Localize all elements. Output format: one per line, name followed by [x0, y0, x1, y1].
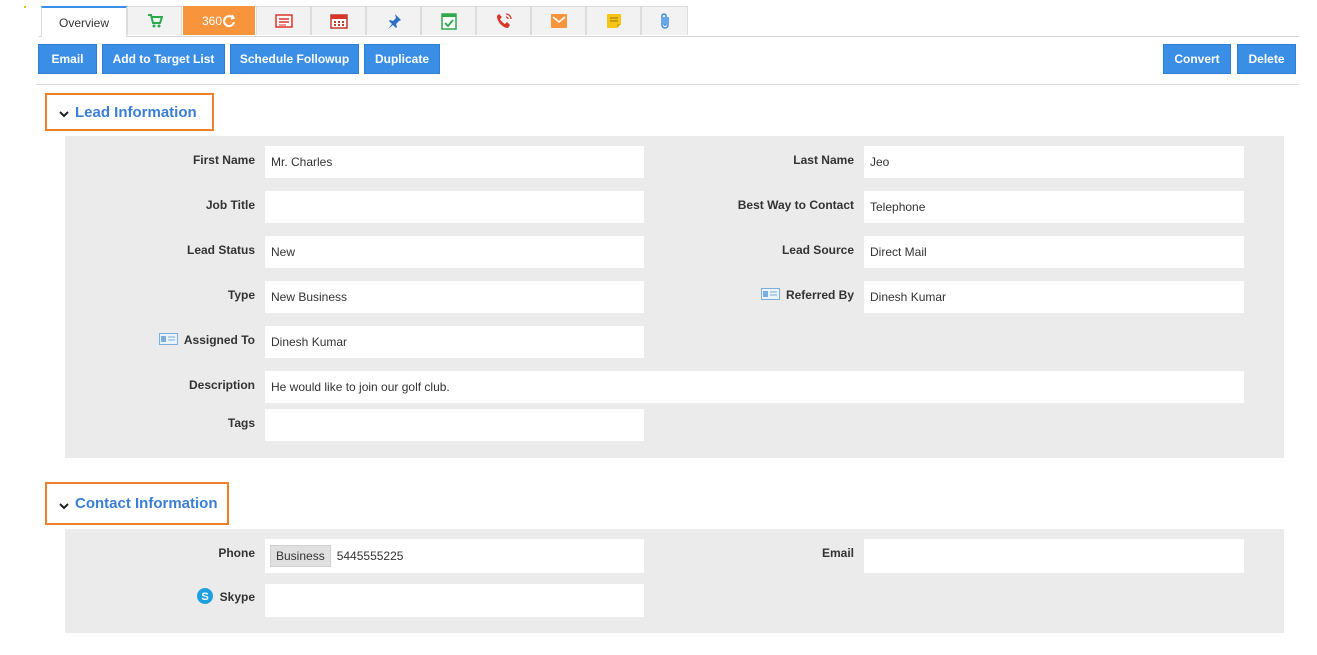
tab-bar: Overview 360	[39, 6, 1299, 37]
email-label: Email	[821, 546, 854, 560]
note-icon	[606, 13, 622, 29]
tab-attachments[interactable]	[641, 6, 688, 35]
best-way-to-contact-label: Best Way to Contact	[737, 198, 854, 212]
job-title-field[interactable]	[265, 191, 644, 223]
tab-notes[interactable]	[586, 6, 641, 35]
calendar-icon	[329, 13, 348, 29]
tab-overview-label: Overview	[58, 15, 109, 30]
assigned-to-label: Assigned To	[183, 333, 255, 347]
convert-button[interactable]: Convert	[1163, 44, 1231, 74]
phone-number: 5445555225	[336, 549, 404, 563]
job-title-label: Job Title	[205, 198, 255, 212]
tab-sales-orders[interactable]	[127, 6, 182, 35]
last-name-label: Last Name	[793, 153, 854, 167]
tab-calendar[interactable]	[311, 6, 366, 35]
tab-calls[interactable]	[476, 6, 531, 35]
tags-label: Tags	[227, 416, 255, 430]
lead-source-label: Lead Source	[781, 243, 854, 257]
360-icon: 360	[202, 14, 236, 28]
decorative-dot	[24, 6, 26, 8]
attachment-icon	[658, 12, 672, 30]
schedule-followup-button[interactable]: Schedule Followup	[230, 44, 359, 74]
last-name-field[interactable]: Jeo	[864, 146, 1244, 178]
check-calendar-icon	[440, 12, 457, 30]
first-name-label: First Name	[192, 153, 255, 167]
toolbar-divider	[36, 84, 1299, 85]
tab-360-label: 360	[201, 14, 223, 28]
tab-tasks[interactable]	[421, 6, 476, 35]
contact-information-header[interactable]: Contact Information	[45, 482, 229, 525]
referred-by-label-group: Referred By	[700, 285, 854, 305]
add-to-target-list-button[interactable]: Add to Target List	[102, 44, 225, 74]
lead-status-label: Lead Status	[186, 243, 255, 257]
duplicate-button[interactable]: Duplicate	[364, 44, 440, 74]
list-icon	[274, 14, 293, 28]
best-way-to-contact-field[interactable]: Telephone	[864, 191, 1244, 223]
assigned-to-label-group: Assigned To	[120, 330, 255, 350]
phone-icon	[495, 12, 513, 30]
phone-label: Phone	[218, 546, 255, 560]
cart-icon	[147, 13, 163, 29]
referred-by-label: Referred By	[785, 288, 854, 302]
lead-information-header[interactable]: Lead Information	[45, 93, 214, 131]
description-label: Description	[188, 378, 255, 392]
tab-emails[interactable]	[531, 6, 586, 35]
section-title: Lead Information	[75, 103, 197, 121]
skype-field[interactable]	[265, 584, 644, 617]
assigned-to-field[interactable]: Dinesh Kumar	[265, 326, 644, 358]
delete-button[interactable]: Delete	[1237, 44, 1296, 74]
tab-overview[interactable]: Overview	[41, 6, 127, 37]
contact-card-icon[interactable]	[760, 287, 780, 303]
contact-card-icon[interactable]	[158, 332, 178, 348]
tab-360[interactable]: 360	[183, 6, 255, 35]
skype-icon: S	[196, 587, 214, 608]
referred-by-field[interactable]: Dinesh Kumar	[864, 281, 1244, 313]
first-name-field[interactable]: Mr. Charles	[265, 146, 644, 178]
chevron-down-icon	[57, 107, 71, 121]
skype-label: Skype	[219, 590, 255, 604]
tab-pinned[interactable]	[366, 6, 421, 35]
type-label: Type	[227, 288, 255, 302]
svg-text:S: S	[201, 591, 208, 603]
phone-field[interactable]: Business 5445555225	[265, 539, 644, 573]
section-title: Contact Information	[75, 495, 218, 512]
chevron-down-icon	[57, 499, 71, 513]
type-field[interactable]: New Business	[265, 281, 644, 313]
lead-source-field[interactable]: Direct Mail	[864, 236, 1244, 268]
tab-activities[interactable]	[256, 6, 311, 35]
tags-field[interactable]	[265, 409, 644, 441]
skype-label-group: S Skype	[120, 587, 255, 607]
email-field[interactable]	[864, 539, 1244, 573]
description-field[interactable]: He would like to join our golf club.	[265, 371, 1244, 403]
pin-icon	[386, 13, 402, 29]
email-button[interactable]: Email	[38, 44, 97, 74]
phone-type-chip[interactable]: Business	[270, 545, 331, 567]
lead-status-field[interactable]: New	[265, 236, 644, 268]
mail-icon	[550, 13, 568, 29]
